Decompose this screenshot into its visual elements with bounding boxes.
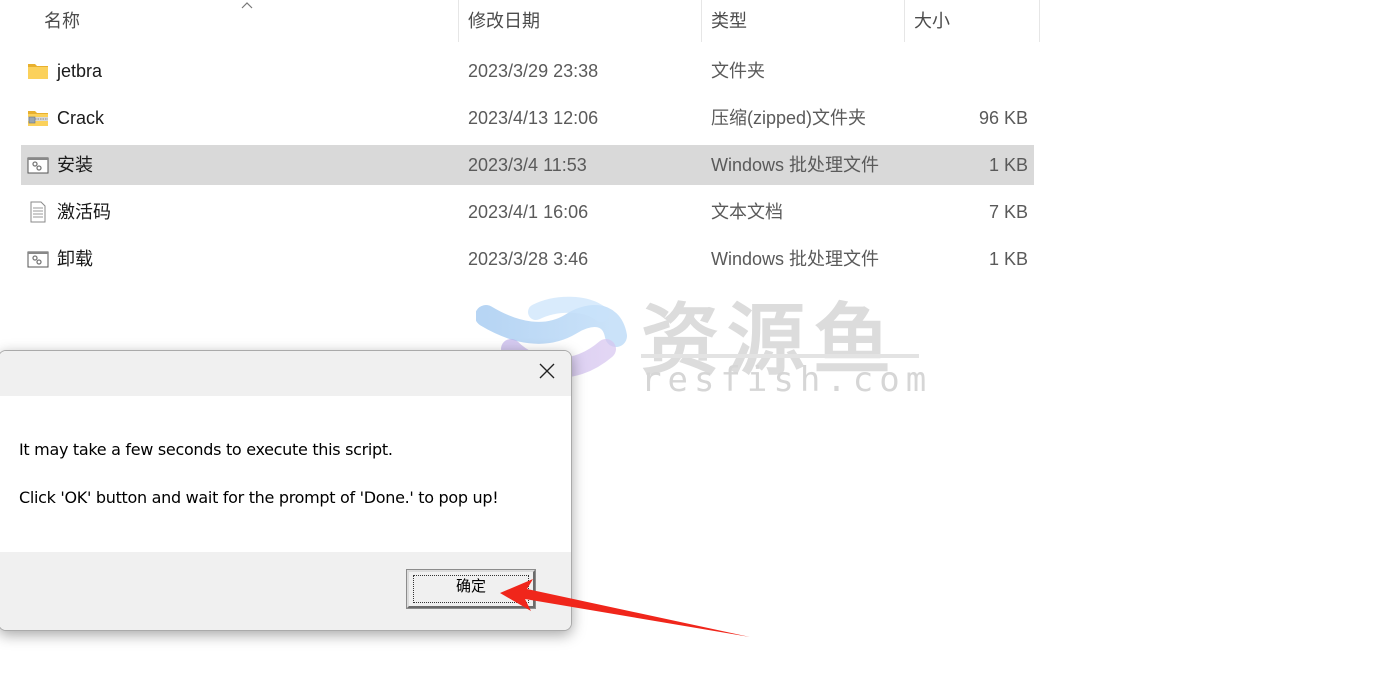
column-header-date[interactable]: 修改日期 — [460, 0, 700, 42]
file-date: 2023/3/29 23:38 — [468, 61, 599, 81]
file-date: 2023/4/13 12:06 — [468, 108, 599, 128]
watermark-title: 资源鱼 — [641, 296, 900, 386]
dialog-body: It may take a few seconds to execute thi… — [0, 396, 571, 552]
dialog-footer: 确定 — [0, 552, 571, 630]
file-type: 压缩(zipped)文件夹 — [711, 108, 867, 128]
file-row[interactable]: 激活码 2023/4/1 16:06 文本文档 7 KB — [21, 192, 1034, 232]
file-date: 2023/4/1 16:06 — [468, 202, 589, 222]
batch-file-icon — [27, 251, 49, 268]
file-row[interactable]: Crack 2023/4/13 12:06 压缩(zipped)文件夹 96 K… — [21, 98, 1034, 138]
file-type: 文件夹 — [711, 61, 765, 81]
close-icon[interactable] — [537, 361, 557, 381]
file-size: 96 KB — [978, 108, 1028, 128]
dialog-message-line1: It may take a few seconds to execute thi… — [19, 440, 393, 459]
column-header-size[interactable]: 大小 — [906, 0, 1036, 42]
file-type: 文本文档 — [711, 202, 783, 222]
file-size: 7 KB — [988, 202, 1028, 222]
dialog-title-bar[interactable] — [0, 351, 571, 396]
column-divider[interactable] — [701, 0, 702, 42]
dialog-message-line2: Click 'OK' button and wait for the promp… — [19, 488, 499, 507]
file-row[interactable]: 安装 2023/3/4 11:53 Windows 批处理文件 1 KB — [21, 145, 1034, 185]
file-name: 激活码 — [57, 202, 111, 222]
script-prompt-dialog: It may take a few seconds to execute thi… — [0, 350, 572, 631]
file-row[interactable]: jetbra 2023/3/29 23:38 文件夹 — [21, 51, 1034, 91]
zip-folder-icon — [28, 111, 48, 126]
watermark-url: resfish.com — [641, 360, 933, 400]
column-header: 名称 修改日期 类型 大小 — [0, 0, 1040, 42]
ok-button[interactable]: 确定 — [406, 569, 536, 609]
file-name: 安装 — [57, 155, 93, 175]
file-name: 卸载 — [57, 249, 93, 269]
column-divider[interactable] — [1039, 0, 1040, 42]
file-date: 2023/3/28 3:46 — [468, 249, 589, 269]
watermark-divider — [641, 354, 919, 358]
file-date: 2023/3/4 11:53 — [468, 155, 587, 175]
file-row[interactable]: 卸载 2023/3/28 3:46 Windows 批处理文件 1 KB — [21, 239, 1034, 279]
file-size: 1 KB — [988, 249, 1028, 269]
batch-file-icon — [27, 157, 49, 174]
file-size: 1 KB — [988, 155, 1028, 175]
column-header-type[interactable]: 类型 — [703, 0, 903, 42]
column-divider[interactable] — [904, 0, 905, 42]
file-name: Crack — [57, 108, 105, 128]
column-divider[interactable] — [458, 0, 459, 42]
file-type: Windows 批处理文件 — [711, 155, 880, 175]
text-file-icon — [30, 201, 46, 223]
folder-icon — [28, 64, 48, 79]
file-type: Windows 批处理文件 — [711, 249, 880, 269]
file-name: jetbra — [57, 61, 103, 81]
column-header-name[interactable]: 名称 — [36, 0, 456, 42]
ok-button-label: 确定 — [455, 578, 486, 595]
